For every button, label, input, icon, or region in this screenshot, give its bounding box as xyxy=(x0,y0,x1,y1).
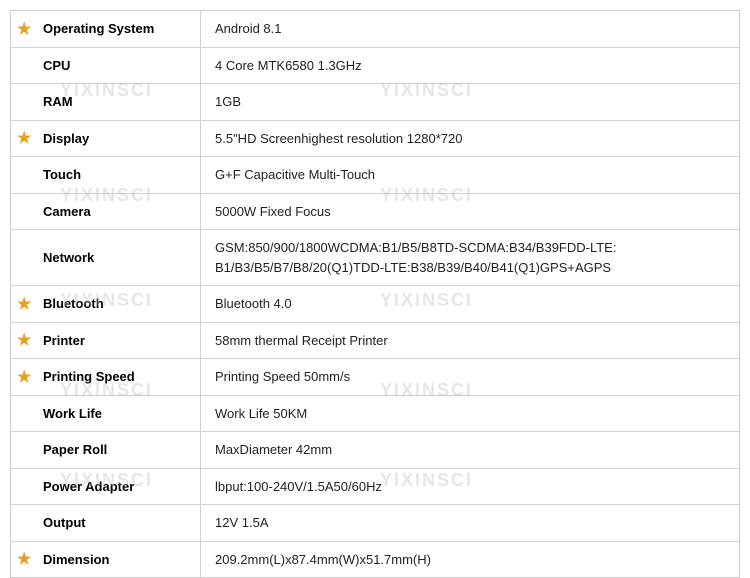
label-text: Printing Speed xyxy=(43,369,135,384)
label-text: Printer xyxy=(43,333,85,348)
value-cell-display: 5.5"HD Screenhighest resolution 1280*720 xyxy=(201,120,740,157)
label-cell-work-life: Work Life xyxy=(11,395,201,432)
star-icon: ★ xyxy=(17,549,31,569)
value-cell-printer: 58mm thermal Receipt Printer xyxy=(201,322,740,359)
value-cell-dimension: 209.2mm(L)x87.4mm(W)x51.7mm(H) xyxy=(201,541,740,578)
label-text: Dimension xyxy=(43,552,109,567)
value-cell-paper-roll: MaxDiameter 42mm xyxy=(201,432,740,469)
star-icon: ★ xyxy=(17,128,31,148)
value-text: GSM:850/900/1800WCDMA:B1/B5/B8TD-SCDMA:B… xyxy=(215,240,616,275)
label-cell-dimension: ★ Dimension xyxy=(11,541,201,578)
label-text: Network xyxy=(43,250,94,265)
value-cell-cpu: 4 Core MTK6580 1.3GHz xyxy=(201,47,740,84)
label-text: Power Adapter xyxy=(43,479,134,494)
value-cell-output: 12V 1.5A xyxy=(201,505,740,542)
value-cell-work-life: Work Life 50KM xyxy=(201,395,740,432)
label-text: Display xyxy=(43,131,89,146)
label-cell-camera: Camera xyxy=(11,193,201,230)
label-cell-operating-system: ★ Operating System xyxy=(11,11,201,48)
value-cell-camera: 5000W Fixed Focus xyxy=(201,193,740,230)
star-icon: ★ xyxy=(17,19,31,39)
label-text: Bluetooth xyxy=(43,296,104,311)
label-text: Camera xyxy=(43,204,91,219)
label-cell-output: Output xyxy=(11,505,201,542)
star-icon: ★ xyxy=(17,330,31,350)
label-text: CPU xyxy=(43,58,70,73)
value-cell-network: GSM:850/900/1800WCDMA:B1/B5/B8TD-SCDMA:B… xyxy=(201,230,740,286)
label-cell-display: ★ Display xyxy=(11,120,201,157)
label-text: Paper Roll xyxy=(43,442,107,457)
label-cell-bluetooth: ★ Bluetooth xyxy=(11,286,201,323)
value-cell-operating-system: Android 8.1 xyxy=(201,11,740,48)
label-text: Work Life xyxy=(43,406,102,421)
label-text: Touch xyxy=(43,167,81,182)
label-cell-paper-roll: Paper Roll xyxy=(11,432,201,469)
label-cell-cpu: CPU xyxy=(11,47,201,84)
label-text: RAM xyxy=(43,94,73,109)
label-cell-power-adapter: Power Adapter xyxy=(11,468,201,505)
label-cell-network: Network xyxy=(11,230,201,286)
value-cell-touch: G+F Capacitive Multi-Touch xyxy=(201,157,740,194)
value-cell-printing-speed: Printing Speed 50mm/s xyxy=(201,359,740,396)
label-cell-printer: ★ Printer xyxy=(11,322,201,359)
star-icon: ★ xyxy=(17,294,31,314)
label-text: Operating System xyxy=(43,21,154,36)
label-cell-ram: RAM xyxy=(11,84,201,121)
label-cell-touch: Touch xyxy=(11,157,201,194)
label-text: Output xyxy=(43,515,86,530)
value-cell-bluetooth: Bluetooth 4.0 xyxy=(201,286,740,323)
value-cell-power-adapter: lbput:100-240V/1.5A50/60Hz xyxy=(201,468,740,505)
spec-table: ★ Operating System Android 8.1 CPU 4 Core MT… xyxy=(10,10,740,578)
value-cell-ram: 1GB xyxy=(201,84,740,121)
star-icon: ★ xyxy=(17,367,31,387)
label-cell-printing-speed: ★ Printing Speed xyxy=(11,359,201,396)
